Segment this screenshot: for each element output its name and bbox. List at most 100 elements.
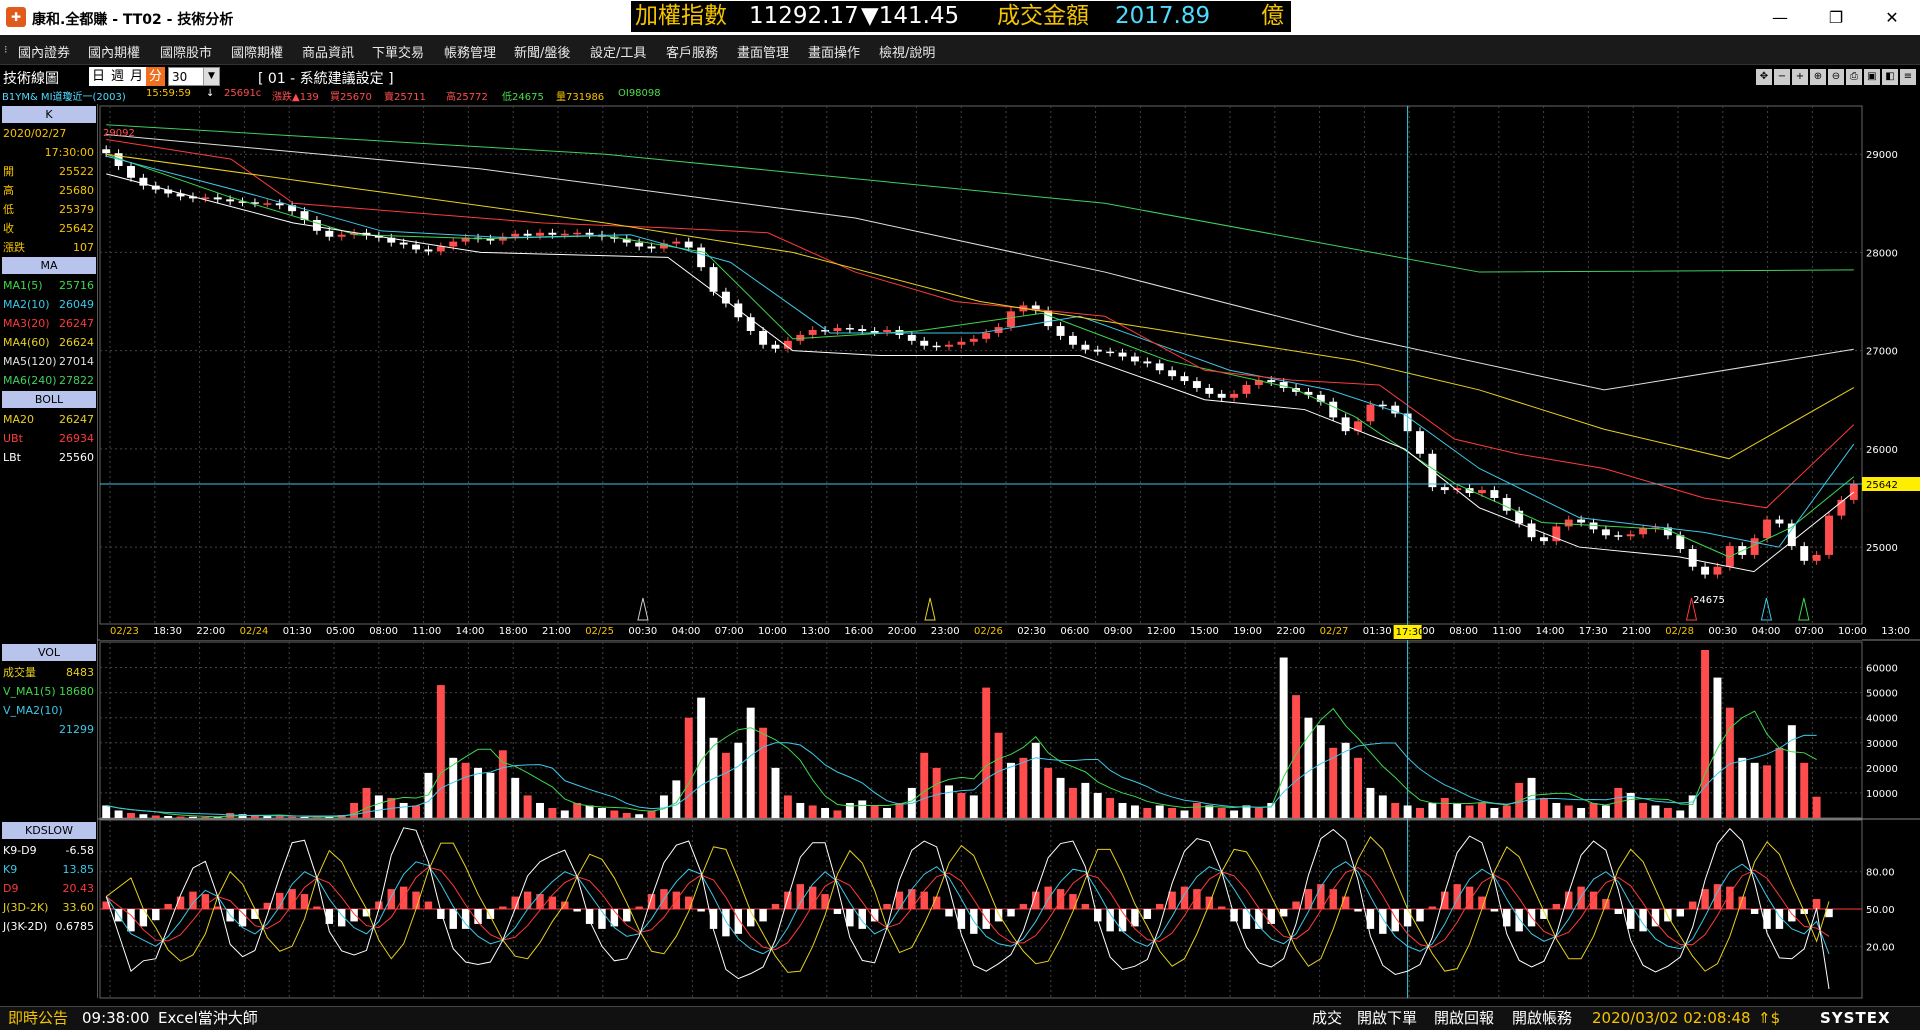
candle [647,246,656,249]
candle [1490,490,1499,498]
volume-bar [1031,742,1040,818]
notice-time: 09:38:00 [82,1009,150,1027]
candle [449,241,458,247]
volume-bar [1378,795,1387,818]
notice-label[interactable]: 即時公告 [8,1007,68,1029]
candle [1626,534,1635,537]
candle [1143,361,1152,364]
kd-diff-bar [424,901,433,909]
time-tick-label: 02:30 [1017,626,1046,637]
candle [573,232,582,235]
link-open-report[interactable]: 開啟回報 [1434,1007,1494,1029]
volume-bar [895,802,904,818]
volume-bar [573,802,582,818]
volume-bar [1019,757,1028,818]
kd-diff-bar [1019,904,1028,909]
crosshair-price-label: 25642 [1866,480,1898,491]
notice-text[interactable]: Excel當沖大師 [158,1007,258,1029]
ma-line-ma210 [106,155,1855,548]
volume-bar [1490,807,1499,818]
brand-logo: SYSTEX [1820,1009,1891,1027]
candle [945,344,953,347]
status-datetime: 2020/03/02 02:08:48 [1592,1009,1751,1027]
volume-bar [945,785,953,818]
volume-bar [1143,807,1152,818]
volume-bar [957,792,966,818]
kd-diff-bar [1812,899,1821,909]
volume-bar [821,807,830,818]
time-tick-label: 16:00 [844,626,873,637]
kd-diff-bar [1577,886,1585,909]
candle [337,234,346,237]
kd-tick-label: 20.00 [1866,942,1895,953]
kd-diff-bar [1552,904,1561,909]
volume-bar [188,816,197,818]
volume-bar [1663,807,1672,818]
time-tick-label: 14:00 [1536,626,1565,637]
volume-bar [610,810,619,818]
kd-diff-bar [1069,894,1077,909]
volume-bar [536,802,544,818]
volume-tick-label: 60000 [1866,664,1898,675]
volume-bar [300,816,309,818]
volume-bar [139,814,148,818]
candle [1564,519,1573,527]
technical-chart[interactable]: 25000 26000 27000 28000 29000 25642 29092 24675… [0,0,1920,1006]
time-tick-label: 01:30 [1363,626,1392,637]
kd-diff-bar [1379,909,1387,934]
volume-bar [1428,802,1437,818]
candle [536,232,544,236]
link-open-account[interactable]: 開啟帳務 [1512,1007,1572,1029]
time-tick-label: 00:30 [628,626,657,637]
volume-bar [1676,810,1685,818]
volume-bar [1267,802,1276,818]
kd-diff-bar [152,909,160,921]
volume-bar [1750,762,1759,818]
volume-bar [350,802,359,818]
candle [1601,529,1610,536]
volume-bar [498,750,507,818]
kd-diff-bar [796,884,804,909]
candle [226,199,235,202]
candle [1230,393,1239,398]
candle [1614,535,1623,537]
volume-bar [746,707,755,818]
candle [1478,490,1486,494]
volume-bar [1168,807,1177,818]
time-tick-label: 08:00 [1449,626,1478,637]
volume-bar [598,807,606,818]
low-price-label: 24675 [1693,595,1725,606]
volume-bar [1601,805,1610,818]
volume-bar [1651,805,1660,818]
time-tick-label: 00:30 [1708,626,1737,637]
volume-bar [1068,787,1077,818]
candle [312,220,321,231]
candle [1205,387,1214,394]
candle [957,341,966,345]
candle [1416,431,1424,454]
link-open-order[interactable]: 開啟下單 [1357,1007,1417,1029]
volume-bar [635,814,644,818]
candle [808,330,817,335]
candle [213,197,222,200]
link-trades[interactable]: 成交 [1312,1007,1342,1029]
time-tick-label: 18:00 [499,626,528,637]
speaker-icon[interactable]: ⇑$ [1758,1007,1780,1029]
kd-diff-bar [1143,909,1152,919]
time-tick-label: 17:30 [1579,626,1608,637]
kd-diff-bar [1217,906,1226,909]
kd-diff-bar [635,906,643,909]
candle [858,329,867,331]
volume-bar [114,810,123,818]
volume-bar [1403,805,1412,818]
candle [771,344,780,349]
volume-bar [771,767,780,818]
kd-diff-bar [1626,909,1635,929]
volume-bar [312,817,321,818]
time-tick-label: 04:00 [672,626,701,637]
candle [1118,352,1127,357]
volume-bar [1292,695,1301,818]
volume-bar [374,795,383,818]
volume-bar [1763,765,1772,818]
candle [275,203,284,206]
